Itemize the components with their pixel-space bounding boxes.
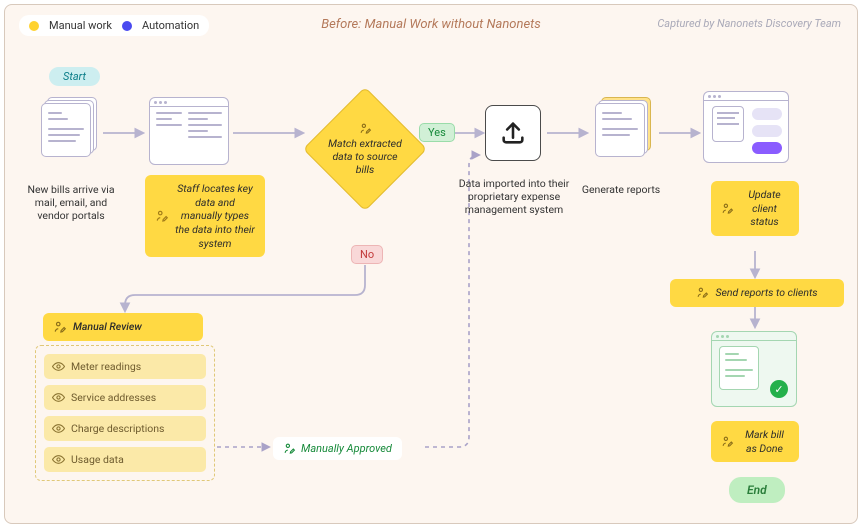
reports-icon (595, 97, 651, 157)
user-pen-icon (155, 209, 169, 223)
workflow-canvas: Manual work Automation Before: Manual Wo… (4, 4, 858, 524)
review-item-label: Meter readings (71, 360, 141, 373)
eye-icon (52, 453, 65, 466)
yes-badge: Yes (419, 123, 455, 142)
upload-icon (485, 105, 541, 161)
manual-review-items: Meter readings Service addresses Charge … (35, 345, 215, 481)
end-badge: End (729, 477, 785, 503)
staff-locates-card: Staff locates key data and manually type… (145, 175, 265, 257)
review-item-label: Usage data (71, 453, 124, 466)
user-pen-icon (721, 435, 734, 448)
new-bills-label: New bills arrive via mail, email, and ve… (21, 183, 121, 222)
review-item-label: Charge descriptions (71, 422, 164, 435)
review-item: Usage data (44, 447, 206, 472)
legend-manual-dot (29, 21, 39, 31)
done-window: ✓ (711, 331, 797, 407)
new-bills-icon (41, 97, 97, 157)
eye-icon (52, 422, 65, 435)
update-client-text: Update client status (740, 188, 789, 229)
manually-approved-text: Manually Approved (301, 442, 392, 455)
start-badge: Start (49, 67, 100, 86)
no-badge: No (351, 245, 383, 264)
match-diamond-text: Match extracted data to source bills (323, 137, 407, 176)
user-pen-icon (696, 286, 709, 299)
mark-done-card: Mark bill as Done (711, 421, 799, 462)
legend-manual-label: Manual work (49, 19, 112, 32)
legend-automation-dot (122, 21, 132, 31)
review-item: Meter readings (44, 354, 206, 379)
staff-locates-text: Staff locates key data and manually type… (175, 182, 255, 250)
mark-done-text: Mark bill as Done (740, 428, 789, 455)
review-item: Service addresses (44, 385, 206, 410)
manual-review-card: Manual Review (43, 313, 203, 341)
user-pen-icon (721, 202, 734, 215)
generate-reports-label: Generate reports (581, 183, 661, 196)
send-reports-text: Send reports to clients (715, 286, 817, 300)
manually-approved-badge: Manually Approved (273, 437, 402, 460)
send-reports-card: Send reports to clients (670, 279, 844, 307)
eye-icon (52, 360, 65, 373)
user-pen-icon (283, 442, 296, 455)
diagram-title: Before: Manual Work without Nanonets (321, 17, 541, 32)
check-icon: ✓ (770, 380, 788, 398)
user-pen-icon (53, 320, 67, 334)
imported-label: Data imported into their proprietary exp… (457, 177, 571, 216)
staff-window-icon (149, 97, 229, 165)
client-window-icon (703, 91, 789, 163)
eye-icon (52, 391, 65, 404)
review-item-label: Service addresses (71, 391, 156, 404)
manual-review-title: Manual Review (73, 320, 142, 334)
legend: Manual work Automation (19, 15, 209, 36)
match-diamond: Match extracted data to source bills (305, 89, 425, 209)
diagram-caption: Captured by Nanonets Discovery Team (657, 17, 841, 30)
user-pen-icon (359, 122, 372, 135)
update-client-card: Update client status (711, 181, 799, 236)
legend-automation-label: Automation (142, 19, 199, 32)
review-item: Charge descriptions (44, 416, 206, 441)
